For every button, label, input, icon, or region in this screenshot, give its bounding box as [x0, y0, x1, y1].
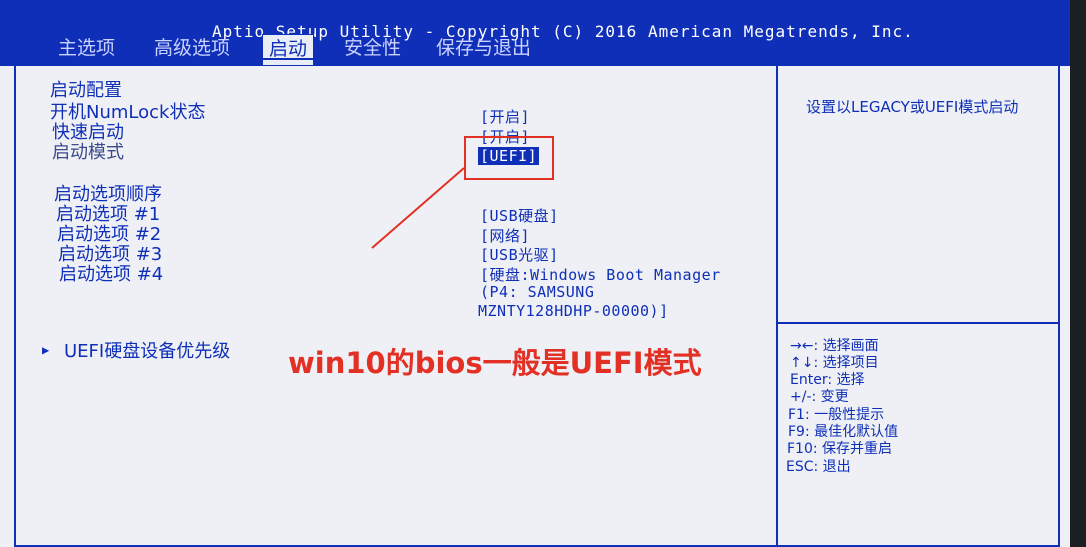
numlock-value[interactable]: [开启]: [480, 106, 530, 127]
annotation-arrow-icon: [371, 167, 465, 249]
monitor-bezel: [1070, 0, 1086, 547]
panel-divider-vertical: [776, 60, 778, 547]
submenu-arrow-icon: ▶: [42, 343, 50, 357]
boot-option-4-value-line3: MZNTY128HDHP-00000)]: [478, 302, 669, 320]
boot-option-4-label[interactable]: 启动选项 #4: [59, 260, 163, 286]
title-bar: Aptio Setup Utility - Copyright (C) 2016…: [0, 0, 1070, 66]
window-title: Aptio Setup Utility - Copyright (C) 2016…: [212, 22, 914, 41]
bios-screen: Aptio Setup Utility - Copyright (C) 2016…: [0, 0, 1070, 547]
key-hint-esc: ESC: 退出: [786, 459, 851, 475]
bootmode-label[interactable]: 启动模式: [52, 138, 124, 164]
boot-option-4-value[interactable]: [硬盘:Windows Boot Manager: [480, 264, 721, 285]
help-description: 设置以LEGACY或UEFI模式启动: [806, 98, 1019, 116]
boot-option-3-value[interactable]: [USB光驱]: [480, 244, 559, 265]
boot-option-1-value[interactable]: [USB硬盘]: [480, 205, 559, 226]
boot-option-4-value-line2: (P4: SAMSUNG: [480, 283, 595, 301]
uefi-priority-submenu[interactable]: UEFI硬盘设备优先级: [64, 337, 230, 363]
key-hint-change: +/-: 变更: [790, 389, 849, 405]
annotation-text: win10的bios一般是UEFI模式: [288, 346, 702, 380]
boot-option-2-value[interactable]: [网络]: [480, 225, 530, 246]
panel-divider-horizontal: [778, 322, 1060, 324]
key-hint-f10: F10: 保存并重启: [787, 441, 893, 457]
